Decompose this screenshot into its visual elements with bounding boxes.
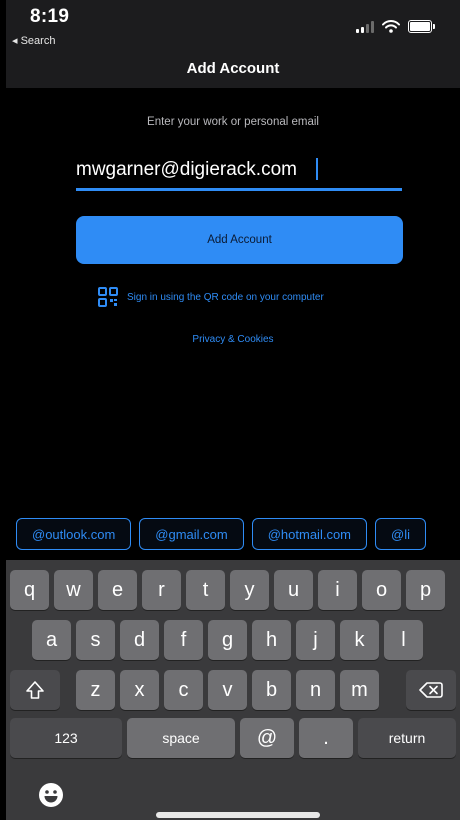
space-key[interactable]: space <box>127 718 235 758</box>
key-l[interactable]: l <box>384 620 423 660</box>
domain-chip-outlook[interactable]: @outlook.com <box>16 518 132 550</box>
key-e[interactable]: e <box>98 570 137 610</box>
qr-sign-in-label: Sign in using the QR code on your comput… <box>127 291 324 303</box>
signal-icon <box>356 20 374 33</box>
emoji-icon[interactable] <box>38 782 64 808</box>
key-v[interactable]: v <box>208 670 247 710</box>
email-field[interactable] <box>76 154 402 191</box>
key-c[interactable]: c <box>164 670 203 710</box>
key-p[interactable]: p <box>406 570 445 610</box>
battery-icon <box>408 20 435 33</box>
key-g[interactable]: g <box>208 620 247 660</box>
home-indicator <box>156 812 320 818</box>
status-time: 8:19 <box>30 6 70 27</box>
key-y[interactable]: y <box>230 570 269 610</box>
key-f[interactable]: f <box>164 620 203 660</box>
dot-key[interactable]: . <box>299 718 353 758</box>
status-icons <box>356 20 435 33</box>
key-n[interactable]: n <box>296 670 335 710</box>
domain-chip-gmail[interactable]: @gmail.com <box>139 518 244 550</box>
key-x[interactable]: x <box>120 670 159 710</box>
key-t[interactable]: t <box>186 570 225 610</box>
key-q[interactable]: q <box>10 570 49 610</box>
key-k[interactable]: k <box>340 620 379 660</box>
key-s[interactable]: s <box>76 620 115 660</box>
key-w[interactable]: w <box>54 570 93 610</box>
page-title: Add Account <box>186 60 280 77</box>
key-d[interactable]: d <box>120 620 159 660</box>
key-i[interactable]: i <box>318 570 357 610</box>
key-z[interactable]: z <box>76 670 115 710</box>
shift-icon <box>26 681 44 699</box>
header: 8:19 ◂ Search Add Account <box>6 0 460 88</box>
key-j[interactable]: j <box>296 620 335 660</box>
back-to-search-link[interactable]: ◂ Search <box>12 34 55 47</box>
backspace-icon <box>419 682 443 698</box>
key-a[interactable]: a <box>32 620 71 660</box>
delete-key[interactable] <box>406 670 456 710</box>
domain-suggestions: @outlook.com @gmail.com @hotmail.com @li <box>16 518 426 550</box>
key-b[interactable]: b <box>252 670 291 710</box>
at-key[interactable]: @ <box>240 718 294 758</box>
keyboard: q w e r t y u i o p a s d f g h j k l z … <box>6 560 460 820</box>
shift-key[interactable] <box>10 670 60 710</box>
domain-chip-live[interactable]: @li <box>375 518 426 550</box>
key-m[interactable]: m <box>340 670 379 710</box>
text-caret <box>316 158 318 180</box>
email-prompt: Enter your work or personal email <box>147 116 319 128</box>
screen: 8:19 ◂ Search Add Account Enter your wor… <box>6 0 460 820</box>
domain-chip-hotmail[interactable]: @hotmail.com <box>251 518 368 550</box>
key-u[interactable]: u <box>274 570 313 610</box>
key-h[interactable]: h <box>252 620 291 660</box>
add-account-button[interactable]: Add Account <box>76 216 403 264</box>
return-key[interactable]: return <box>358 718 456 758</box>
qr-code-icon <box>98 287 118 307</box>
privacy-cookies-link[interactable]: Privacy & Cookies <box>6 334 460 345</box>
qr-sign-in-link[interactable]: Sign in using the QR code on your comput… <box>98 287 324 307</box>
numbers-key[interactable]: 123 <box>10 718 122 758</box>
wifi-icon <box>382 20 400 33</box>
key-r[interactable]: r <box>142 570 181 610</box>
key-o[interactable]: o <box>362 570 401 610</box>
